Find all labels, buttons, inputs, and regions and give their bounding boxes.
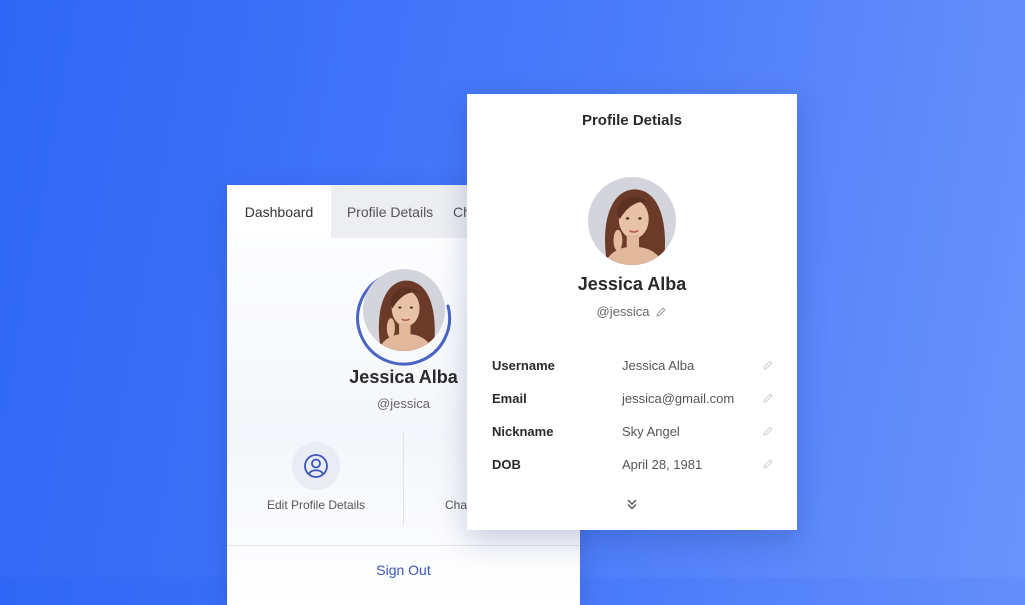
sign-out-button[interactable]: Sign Out bbox=[227, 562, 580, 578]
profile-handle-row: @jessica bbox=[467, 304, 797, 319]
tab-dashboard[interactable]: Dashboard bbox=[227, 185, 331, 238]
avatar-photo-icon bbox=[588, 177, 676, 265]
profile-name: Jessica Alba bbox=[577, 274, 687, 294]
detail-value: April 28, 1981 bbox=[622, 457, 703, 472]
detail-value: Jessica Alba bbox=[622, 358, 695, 373]
action-divider bbox=[403, 431, 404, 526]
tab-profile-details[interactable]: Profile Details bbox=[331, 185, 449, 238]
detail-key: Email bbox=[492, 391, 527, 406]
profile-details-card: Profile Detials Jessica Alba @jessica Us… bbox=[467, 94, 797, 530]
edit-profile-button[interactable] bbox=[292, 442, 340, 490]
detail-key: DOB bbox=[492, 457, 521, 472]
pencil-icon[interactable] bbox=[762, 425, 774, 437]
detail-row-nickname: Nickname Sky Angel bbox=[492, 422, 774, 442]
avatar bbox=[363, 269, 445, 351]
card-divider bbox=[227, 545, 580, 546]
detail-row-email: Email jessica@gmail.com bbox=[492, 389, 774, 409]
pencil-icon[interactable] bbox=[762, 359, 774, 371]
change-label[interactable]: Cha bbox=[445, 498, 467, 512]
profile-handle: @jessica bbox=[596, 304, 650, 319]
detail-value: jessica@gmail.com bbox=[622, 391, 735, 406]
pencil-icon[interactable] bbox=[762, 392, 774, 404]
pencil-icon[interactable] bbox=[655, 306, 667, 318]
user-circle-icon bbox=[304, 454, 328, 478]
detail-row-username: Username Jessica Alba bbox=[492, 356, 774, 376]
avatar bbox=[588, 177, 676, 265]
double-chevron-down-icon[interactable] bbox=[625, 497, 639, 511]
avatar-photo-icon bbox=[363, 269, 445, 351]
detail-key: Username bbox=[492, 358, 555, 373]
card-title: Profile Detials bbox=[581, 112, 683, 129]
pencil-icon[interactable] bbox=[762, 458, 774, 470]
detail-value: Sky Angel bbox=[622, 424, 680, 439]
avatar-progress-ring bbox=[353, 266, 455, 368]
edit-profile-label[interactable]: Edit Profile Details bbox=[247, 498, 385, 512]
detail-row-dob: DOB April 28, 1981 bbox=[492, 455, 774, 475]
detail-key: Nickname bbox=[492, 424, 554, 439]
